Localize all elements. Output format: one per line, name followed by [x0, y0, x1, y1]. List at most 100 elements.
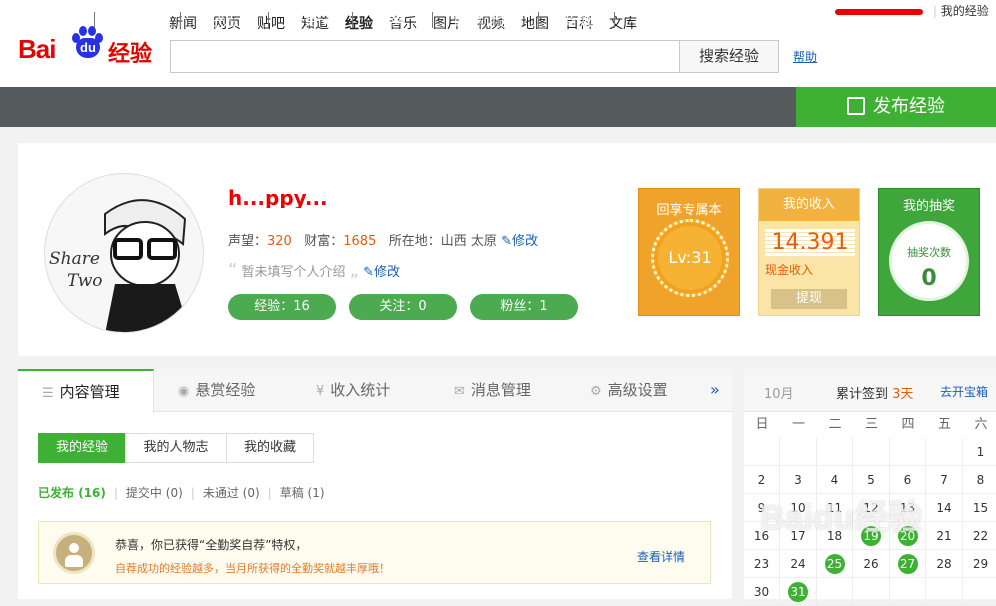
nav-mall[interactable]: 商城	[546, 0, 608, 40]
filter-published[interactable]: 已发布 (16)	[38, 486, 106, 500]
calendar-day[interactable]: 27	[890, 550, 926, 578]
search-input[interactable]	[170, 40, 680, 73]
nav-signin[interactable]: 签到	[360, 0, 422, 40]
calendar-day	[926, 438, 963, 466]
level-badge: Lv:31	[651, 219, 729, 297]
calendar-day[interactable]: 31	[780, 578, 817, 606]
calendar-weekday: 四	[901, 417, 915, 432]
wealth-value: 1685	[343, 234, 377, 249]
username: h...ppy...	[228, 186, 328, 208]
chevron-down-icon: ▼	[322, 18, 329, 28]
income-value: 14.391	[765, 229, 855, 257]
following-count-pill[interactable]: 关注：0	[349, 294, 457, 320]
calendar-header: 10月 累计签到 3天 去开宝箱	[744, 369, 996, 412]
calendar-day[interactable]: 28	[926, 550, 963, 578]
redacted-username	[835, 8, 923, 15]
subtab-my-profile[interactable]: 我的人物志	[125, 433, 227, 463]
signed-day-marker: 25	[824, 554, 845, 574]
signed-day-marker: 31	[788, 582, 808, 602]
view-details-link[interactable]: 查看详情	[637, 548, 685, 565]
calendar-day[interactable]: 15	[963, 494, 996, 522]
edit-doc-icon	[847, 97, 865, 115]
calendar-day	[853, 578, 890, 606]
open-treasure-link[interactable]: 去开宝箱	[940, 383, 988, 400]
nav-share-plan[interactable]: 回享计划	[440, 0, 528, 40]
edit-bio-link[interactable]: ✎修改	[363, 265, 400, 280]
filter-submitting[interactable]: 提交中 (0)	[126, 486, 183, 500]
calendar-weekday: 二	[828, 417, 842, 432]
calendar-day	[853, 438, 890, 466]
calendar-day[interactable]: 22	[963, 522, 996, 550]
calendar-weekday: 三	[864, 417, 878, 432]
calendar-month[interactable]: 10月	[764, 383, 794, 402]
calendar-day[interactable]: 24	[780, 550, 817, 578]
calendar-day	[890, 578, 926, 606]
reputation-value: 320	[267, 234, 292, 249]
calendar-day	[817, 578, 853, 606]
calendar-day[interactable]: 14	[926, 494, 963, 522]
nav-divider	[432, 12, 433, 28]
reward-icon: ◉	[178, 384, 190, 399]
lottery-count: 0	[921, 266, 937, 291]
nav-zhidao[interactable]: 知道	[622, 0, 684, 40]
tab-content-manage[interactable]: ☰ 内容管理	[18, 369, 154, 413]
lottery-card[interactable]: 我的抽奖 抽奖次数 0	[878, 188, 980, 316]
edit-location-link[interactable]: ✎修改	[501, 234, 538, 249]
followers-count-pill[interactable]: 粉丝：1	[470, 294, 578, 320]
pencil-icon: ✎	[363, 265, 374, 280]
nav-home[interactable]: 首页	[24, 0, 90, 40]
subtab-my-experience[interactable]: 我的经验	[38, 433, 126, 463]
help-link[interactable]: 帮助	[793, 48, 817, 65]
pencil-icon: ✎	[501, 234, 512, 249]
tab-messages[interactable]: ✉ 消息管理	[454, 369, 531, 412]
calendar-day[interactable]: 26	[853, 550, 890, 578]
my-jingyan-link[interactable]: 我的经验	[941, 4, 989, 18]
nav-divider	[614, 12, 615, 28]
calendar-day[interactable]: 29	[963, 550, 996, 578]
calendar-day	[926, 578, 963, 606]
filter-drafts[interactable]: 草稿 (1)	[280, 486, 325, 500]
svg-text:Two: Two	[67, 271, 103, 291]
user-top-links: | 我的经验	[835, 2, 989, 19]
calendar-day[interactable]: 21	[926, 522, 963, 550]
logo-du-text: du	[76, 38, 100, 58]
calendar-day[interactable]: 7	[926, 466, 963, 494]
filter-rejected[interactable]: 未通过 (0)	[203, 486, 260, 500]
tab-advanced-settings[interactable]: ⚙ 高级设置	[590, 369, 668, 412]
experience-count-pill[interactable]: 经验：16	[228, 294, 336, 320]
status-filters: 已发布 (16) | 提交中 (0) | 未通过 (0) | 草稿 (1)	[38, 486, 325, 500]
calendar-day	[890, 438, 926, 466]
tab-income-stats[interactable]: ¥ 收入统计	[316, 369, 390, 412]
lottery-badge: 抽奖次数 0	[889, 221, 969, 301]
calendar-day[interactable]: 8	[963, 466, 996, 494]
calendar-day[interactable]: 1	[963, 438, 996, 466]
search-button[interactable]: 搜索经验	[679, 40, 779, 73]
calendar-day[interactable]: 25	[817, 550, 853, 578]
more-tabs-icon[interactable]: »	[710, 380, 720, 399]
nav-divider	[352, 12, 353, 28]
calendar-day[interactable]: 23	[744, 550, 780, 578]
signed-day-marker: 27	[897, 554, 918, 574]
nav-category[interactable]: 分类 ▼	[104, 0, 164, 40]
avatar[interactable]: Share Two	[44, 173, 204, 333]
nav-divider	[538, 12, 539, 28]
yen-icon: ¥	[316, 384, 325, 399]
nav-magazine[interactable]: 杂志	[192, 0, 256, 40]
nav-divider	[180, 12, 181, 28]
calendar-day	[963, 578, 996, 606]
income-card: 我的收入 14.391 现金收入 提现	[758, 188, 860, 316]
subtab-my-favorites[interactable]: 我的收藏	[226, 433, 314, 463]
location-value: 山西 太原	[440, 234, 497, 249]
signin-days: 3天	[892, 387, 914, 402]
tab-reward[interactable]: ◉ 悬赏经验	[178, 369, 255, 412]
share-level-card[interactable]: 回享专属本 Lv:31	[638, 188, 740, 316]
calendar-day[interactable]: 30	[744, 578, 780, 606]
svg-text:Share: Share	[49, 249, 100, 269]
logo-jingyan-text: 经验	[108, 42, 153, 67]
calendar-weekday: 六	[974, 417, 988, 432]
nav-task[interactable]: 任务 ▼	[278, 0, 340, 40]
calendar-weekday: 日	[755, 417, 769, 432]
calendar-day	[744, 438, 780, 466]
withdraw-button[interactable]: 提现	[771, 289, 847, 309]
publish-button[interactable]: 发布经验	[796, 87, 996, 127]
